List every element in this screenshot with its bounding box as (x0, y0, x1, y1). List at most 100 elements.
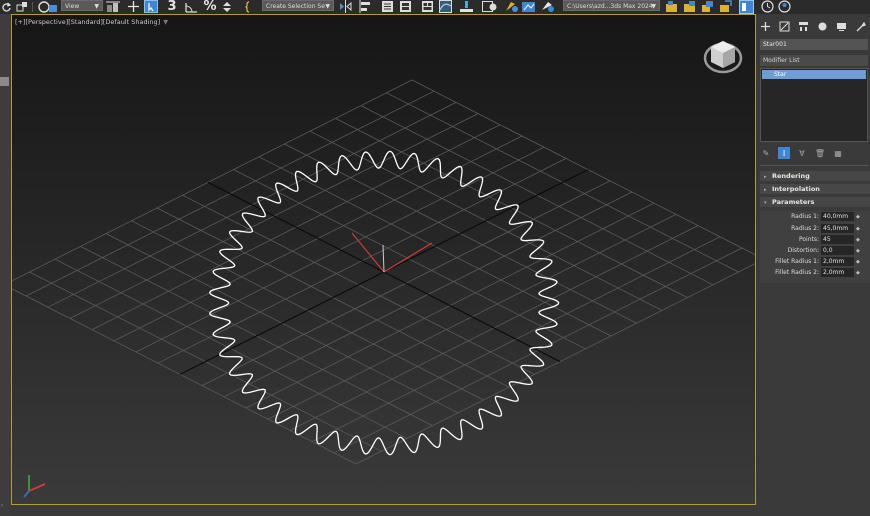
material-editor-icon[interactable] (481, 0, 497, 13)
make-unique-icon[interactable]: ∀ (796, 147, 808, 159)
history-icon[interactable] (760, 0, 774, 13)
viewport-bottom-strip (11, 505, 756, 516)
param-label: Fillet Radius 1: (775, 258, 819, 265)
interpolation-rollout-label: Interpolation (772, 185, 820, 193)
viewport-label-menu[interactable]: [+][Perspective][Standard][Default Shadi… (15, 18, 168, 26)
viewport-scene (12, 79, 755, 498)
configure-modifier-sets-icon[interactable]: ▦ (832, 147, 844, 159)
rendered-frame-window-icon[interactable] (520, 0, 536, 13)
grid-line (12, 79, 413, 282)
param-row-radius1: Radius 1: 40,0mm ◆ (760, 212, 870, 222)
named-selection-sets-icon[interactable] (244, 0, 258, 13)
percent-snap-toggle[interactable]: % (203, 0, 217, 14)
command-panel: Star001 Modifier List Star ✎ I ∀ 🗑 ▦ ▸ Re… (756, 14, 870, 516)
align-icon[interactable] (358, 0, 372, 13)
gizmo-z-axis[interactable] (382, 244, 385, 273)
spinner-arrows-icon[interactable]: ◆ (856, 212, 860, 222)
pin-stack-icon[interactable]: ✎ (760, 147, 772, 159)
spinner-arrows-icon[interactable]: ◆ (856, 224, 860, 234)
param-row-distortion: Distortion: 0,0 ◆ (760, 246, 870, 256)
keyboard-shortcut-toggle-icon[interactable] (143, 0, 159, 13)
show-end-result-icon[interactable]: I (778, 147, 790, 159)
param-label: Radius 2: (791, 225, 819, 232)
modifier-stack-toolbar: ✎ I ∀ 🗑 ▦ (760, 146, 868, 160)
param-label: Points: (798, 236, 819, 243)
param-label: Radius 1: (791, 213, 819, 220)
mirror-icon[interactable] (338, 0, 352, 13)
distortion-spinner-field[interactable]: 0,0 (821, 246, 854, 255)
curve-editor-icon[interactable] (438, 0, 452, 13)
export-project-icon[interactable] (718, 0, 732, 13)
rendering-rollout-label: Rendering (772, 172, 810, 180)
param-row-fillet1: Fillet Radius 1: 2,0mm ◆ (760, 257, 870, 267)
param-label: Distortion: (787, 247, 819, 254)
schematic-view-icon[interactable] (458, 0, 474, 13)
viewport-label-text: [+][Perspective][Standard][Default Shadi… (15, 18, 161, 26)
toggle-scene-explorer-icon[interactable] (380, 0, 394, 13)
viewcube-icon[interactable] (702, 35, 744, 75)
radius2-spinner-field[interactable]: 45,0mm (821, 224, 854, 233)
set-project-folder-icon[interactable] (664, 0, 678, 13)
project-path-value: C:\Users\azd...3ds Max 2024 (567, 3, 653, 10)
fillet-radius1-spinner-field[interactable]: 2,0mm (821, 257, 854, 266)
object-name-field[interactable]: Star001 (760, 39, 868, 50)
command-panel-tabs (756, 18, 870, 34)
select-manipulate-icon[interactable] (126, 0, 140, 13)
render-setup-icon[interactable] (503, 0, 519, 13)
funnel-icon[interactable]: ▼ (163, 18, 168, 26)
motion-tab-icon[interactable] (816, 20, 829, 33)
selection-set-dropdown[interactable]: Create Selection Se ▼ (262, 0, 334, 11)
select-link-icon[interactable] (15, 0, 28, 13)
grid-line (355, 263, 755, 465)
utilities-wrench-icon[interactable] (854, 20, 867, 33)
reference-coordinate-dropdown[interactable]: View ▼ (61, 0, 103, 11)
star-shape-spline[interactable] (208, 150, 560, 456)
ribbon-collapse-handle[interactable] (0, 77, 9, 86)
modifier-stack: Star (760, 68, 868, 142)
toggle-ribbon-icon[interactable] (420, 0, 434, 13)
chevron-right-icon[interactable]: › (1, 502, 3, 509)
render-production-icon[interactable] (539, 0, 555, 13)
selection-set-value: Create Selection Se (266, 3, 325, 10)
toggle-layer-explorer-icon[interactable] (398, 0, 412, 13)
radius1-spinner-field[interactable]: 40,0mm (821, 212, 854, 221)
param-label: Fillet Radius 2: (775, 269, 819, 276)
left-toolbar-strip: › (0, 14, 11, 516)
divider (760, 165, 868, 166)
project-folder-dropdown[interactable]: C:\Users\azd...3ds Max 2024 ▼ (563, 0, 660, 11)
remove-modifier-icon[interactable]: 🗑 (814, 147, 826, 159)
hierarchy-tab-icon[interactable] (797, 20, 810, 33)
bind-spacewarp-icon[interactable] (38, 0, 58, 13)
redo-icon[interactable] (2, 0, 12, 13)
angle-snap-icon[interactable] (183, 0, 199, 13)
spinner-arrows-icon[interactable]: ◆ (856, 235, 860, 245)
display-tab-icon[interactable] (835, 20, 848, 33)
chevron-down-icon: ▼ (325, 3, 330, 10)
rendering-rollout[interactable]: ▸ Rendering (760, 171, 870, 181)
command-panel-toggle-icon[interactable] (738, 0, 754, 14)
spinner-arrows-icon[interactable]: ◆ (856, 257, 860, 267)
spinner-snap-icon[interactable] (220, 0, 234, 13)
create-tab-plus-icon[interactable] (759, 20, 772, 33)
stack-item-star[interactable]: Star (762, 70, 866, 79)
main-toolbar: View ▼ 3 % Create Selection Se ▼ C:\User… (0, 0, 870, 14)
spinner-arrows-icon[interactable]: ◆ (856, 246, 860, 256)
points-spinner-field[interactable]: 45 (821, 235, 854, 244)
snaps-toggle[interactable]: 3 (165, 0, 179, 14)
modifier-list-dropdown[interactable]: Modifier List (760, 55, 868, 66)
open-project-icon[interactable] (682, 0, 696, 13)
pivot-center-icon[interactable] (105, 0, 121, 13)
account-icon[interactable] (777, 0, 791, 13)
perspective-viewport[interactable]: [+][Perspective][Standard][Default Shadi… (11, 14, 756, 505)
spinner-arrows-icon[interactable]: ◆ (856, 268, 860, 278)
param-row-fillet2: Fillet Radius 2: 2,0mm ◆ (760, 268, 870, 278)
parameters-rollout[interactable]: ▾ Parameters (760, 197, 870, 207)
interpolation-rollout[interactable]: ▸ Interpolation (760, 184, 870, 194)
asset-tracking-icon[interactable] (700, 0, 714, 13)
param-row-radius2: Radius 2: 45,0mm ◆ (760, 224, 870, 234)
gizmo-y-axis[interactable] (383, 242, 433, 273)
fillet-radius2-spinner-field[interactable]: 2,0mm (821, 268, 854, 277)
chevron-down-icon: ▼ (651, 3, 656, 10)
modify-tab-icon[interactable] (778, 20, 791, 33)
chevron-down-icon: ▼ (94, 3, 99, 10)
